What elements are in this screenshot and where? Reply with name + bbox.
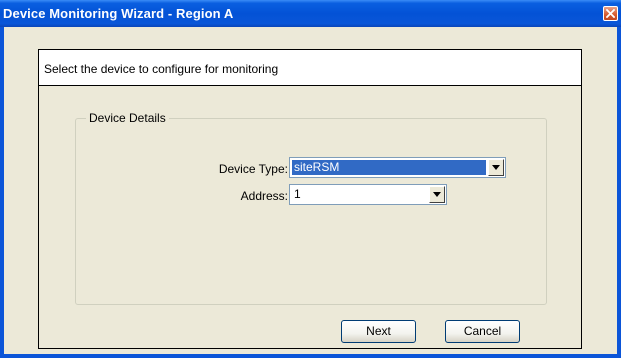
device-type-label: Device Type: — [218, 162, 288, 176]
window-frame-bottom — [0, 354, 621, 358]
chevron-down-icon — [492, 165, 500, 170]
device-type-value: siteRSM — [292, 160, 486, 175]
title-bar[interactable]: Device Monitoring Wizard - Region A — [0, 0, 621, 27]
instruction-text: Select the device to configure for monit… — [44, 62, 279, 76]
close-icon — [606, 9, 615, 18]
wizard-panel: Select the device to configure for monit… — [38, 49, 582, 349]
instruction-header: Select the device to configure for monit… — [39, 50, 581, 86]
address-value: 1 — [294, 187, 301, 201]
device-details-legend: Device Details — [86, 111, 169, 125]
wizard-window: Device Monitoring Wizard - Region A Sele… — [0, 0, 621, 358]
address-dropdown-button[interactable] — [429, 186, 445, 203]
device-details-group: Device Details Device Type: siteRSM Addr… — [75, 111, 547, 305]
chevron-down-icon — [433, 192, 441, 197]
device-type-select[interactable]: siteRSM — [289, 157, 506, 178]
cancel-button[interactable]: Cancel — [445, 320, 520, 343]
next-button[interactable]: Next — [341, 320, 416, 343]
close-button[interactable] — [603, 6, 618, 21]
address-label: Address: — [240, 189, 288, 203]
address-select[interactable]: 1 — [289, 184, 447, 205]
device-type-dropdown-button[interactable] — [488, 159, 504, 176]
window-frame-right — [617, 27, 621, 358]
window-title: Device Monitoring Wizard - Region A — [3, 6, 234, 21]
dialog-client-area: Select the device to configure for monit… — [4, 27, 617, 354]
